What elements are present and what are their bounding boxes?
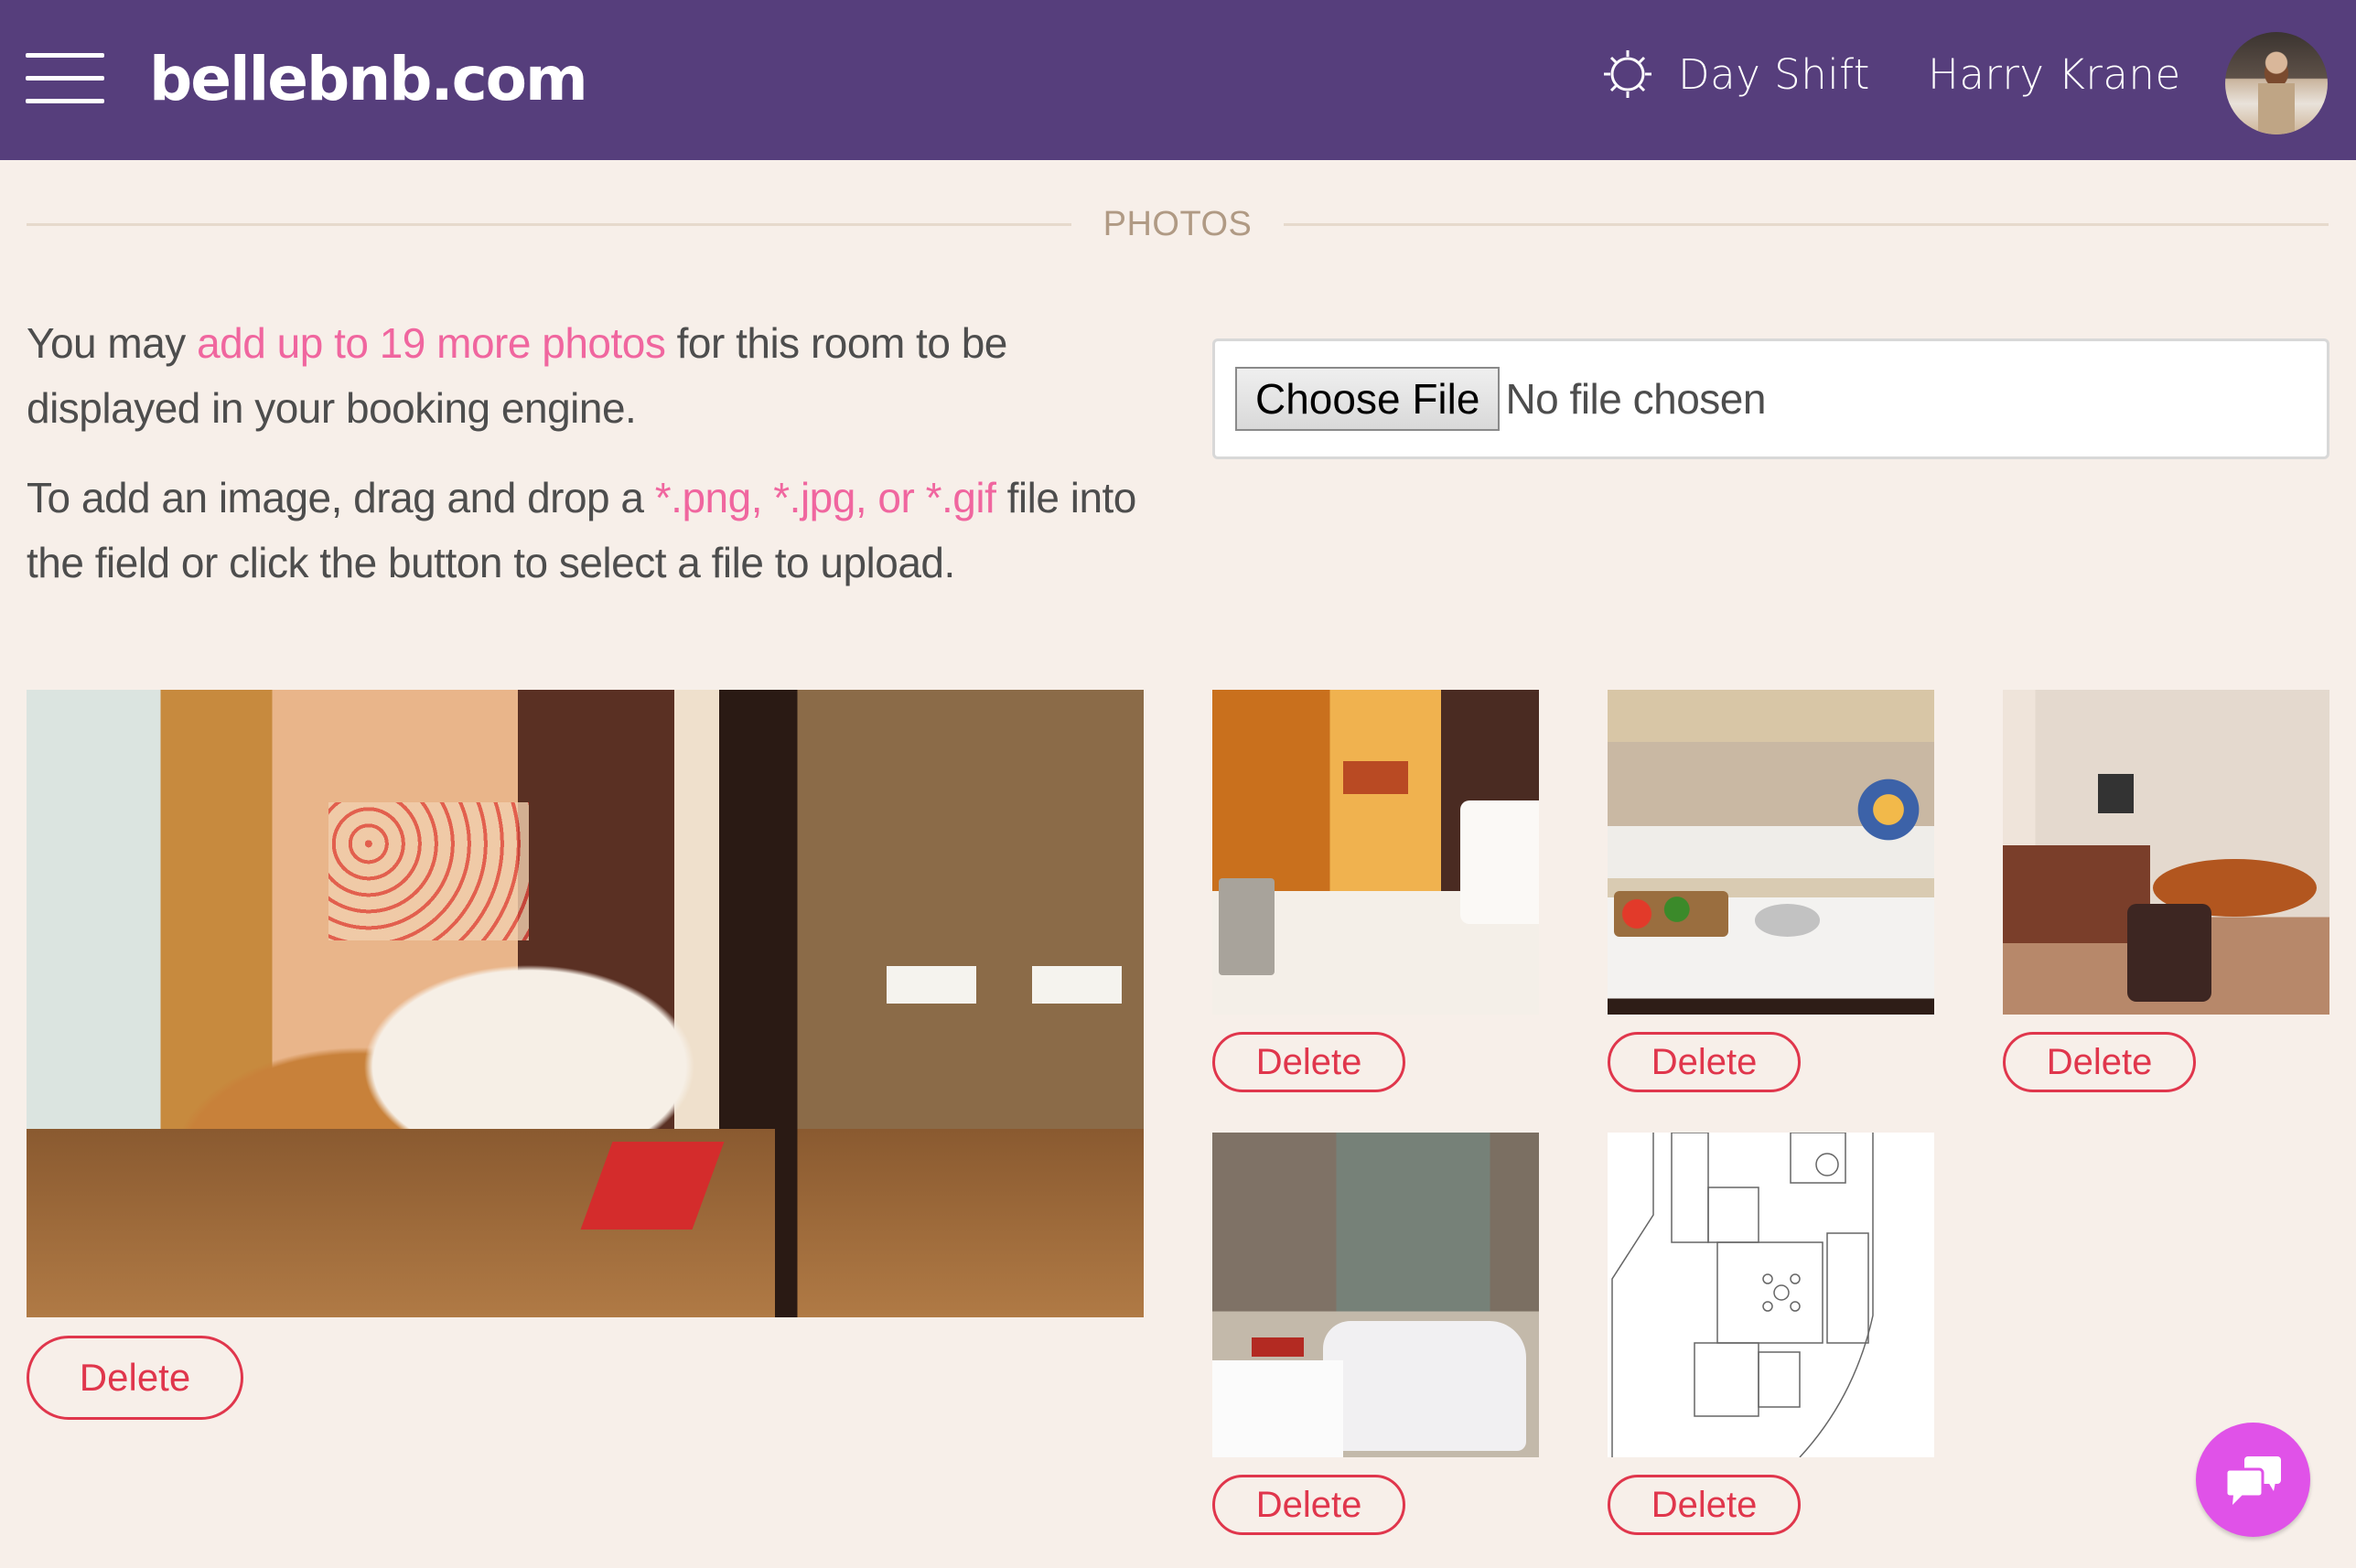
delete-main-photo-button[interactable]: Delete <box>27 1336 243 1420</box>
thumbnail-photo[interactable] <box>1212 1133 1539 1457</box>
menu-bar <box>26 53 104 58</box>
sun-icon <box>1604 50 1651 98</box>
text: You may <box>27 319 198 367</box>
photo-detail <box>580 1141 725 1230</box>
photo-detail <box>1219 877 1275 976</box>
delete-photo-button[interactable]: Delete <box>2003 1032 2196 1092</box>
divider-line-right <box>1284 222 2329 226</box>
photo-detail <box>1614 891 1729 937</box>
avatar-figure <box>2258 83 2295 134</box>
photo-limit-link[interactable]: add up to 19 more photos <box>197 319 666 367</box>
photo-detail <box>1754 904 1821 937</box>
photo-detail <box>1323 1320 1526 1451</box>
photo-detail <box>1342 761 1409 794</box>
floor-plan-drawing <box>1611 1133 1874 1457</box>
shift-toggle[interactable]: Day Shift <box>1601 41 1870 107</box>
photo-detail <box>1212 1359 1343 1457</box>
top-navigation-bar: bellebnb.com Day Shift Harry Krane <box>0 0 2356 160</box>
hamburger-menu-icon[interactable] <box>26 51 104 104</box>
photo-limit-paragraph: You may add up to 19 more photos for thi… <box>27 311 1152 441</box>
photo-detail <box>1460 800 1539 924</box>
file-types-highlight: *.png, *.jpg, or *.gif <box>654 474 996 521</box>
thumbnail-photo[interactable] <box>1608 1133 1934 1457</box>
user-avatar[interactable] <box>2225 32 2328 134</box>
photo-detail <box>1251 1337 1304 1357</box>
file-types-paragraph: To add an image, drag and drop a *.png, … <box>27 466 1152 596</box>
delete-photo-button[interactable]: Delete <box>1212 1475 1405 1535</box>
file-status: No file chosen <box>1505 375 1766 423</box>
brand-logo[interactable]: bellebnb.com <box>149 38 588 121</box>
file-drop-zone[interactable]: Choose File No file chosen <box>1212 338 2329 459</box>
photo-detail <box>1031 965 1122 1004</box>
photo-detail <box>2126 904 2212 1002</box>
thumbnail-photo[interactable] <box>1212 690 1539 1015</box>
photo-detail <box>328 802 530 941</box>
menu-bar <box>26 76 104 81</box>
delete-photo-button[interactable]: Delete <box>1212 1032 1405 1092</box>
divider-line-left <box>27 222 1071 226</box>
main-photo[interactable] <box>27 690 1144 1317</box>
choose-file-button[interactable]: Choose File <box>1235 367 1501 431</box>
text: To add an image, drag and drop a <box>27 474 655 521</box>
menu-bar <box>26 99 104 103</box>
thumbnail-photo[interactable] <box>1608 690 1934 1015</box>
photo-detail <box>2097 774 2134 813</box>
photo-detail <box>887 965 976 1004</box>
shift-label: Day Shift <box>1678 49 1870 99</box>
chat-button[interactable] <box>2196 1423 2310 1537</box>
thumbnail-photo[interactable] <box>2003 690 2329 1015</box>
photo-detail <box>1852 774 1925 846</box>
section-title: PHOTOS <box>1103 204 1253 243</box>
section-divider: PHOTOS <box>27 204 2329 243</box>
upload-instructions: You may add up to 19 more photos for thi… <box>27 311 1152 596</box>
user-name[interactable]: Harry Krane <box>1928 46 2181 104</box>
delete-photo-button[interactable]: Delete <box>1608 1475 1801 1535</box>
delete-photo-button[interactable]: Delete <box>1608 1032 1801 1092</box>
chat-bubbles-icon <box>2224 1455 2281 1505</box>
